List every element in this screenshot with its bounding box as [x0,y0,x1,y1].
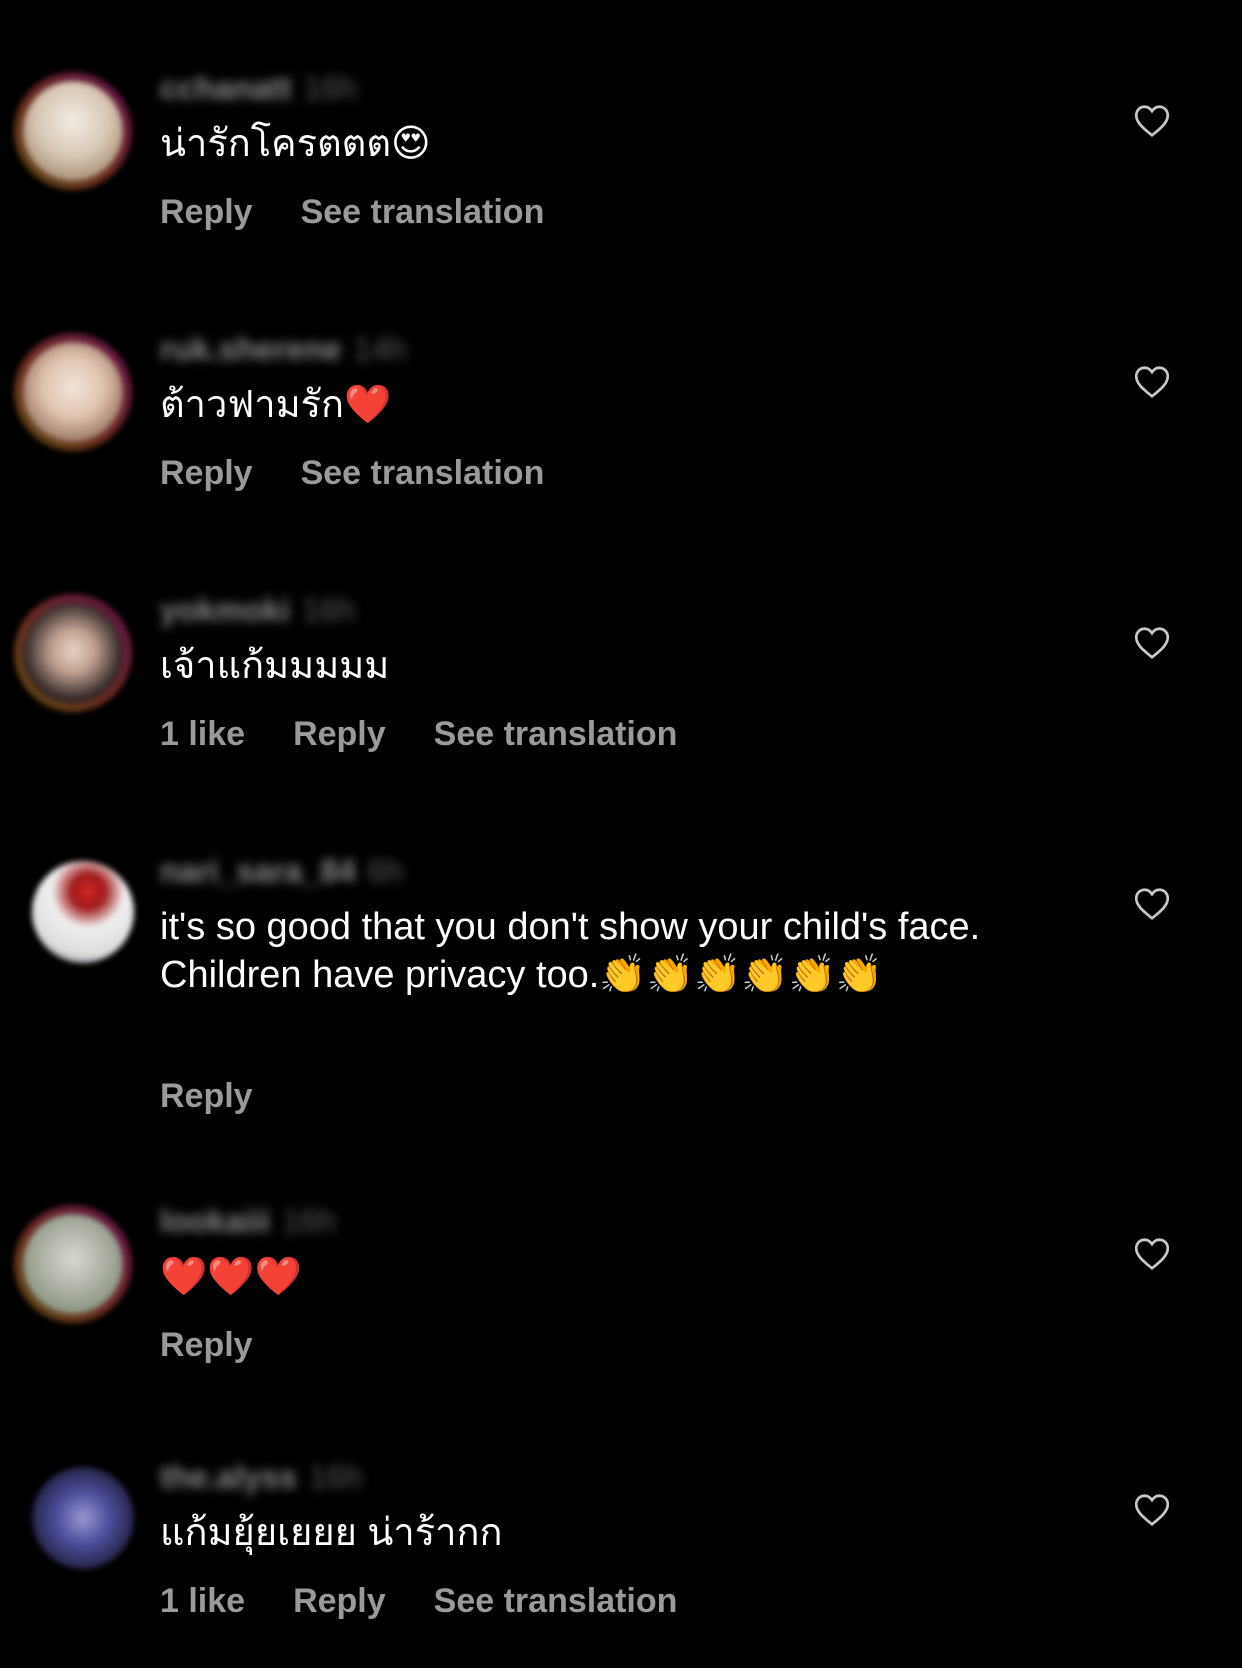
comment-header: lookaiii 16h [160,1203,336,1240]
comment-header: cchanatt 16h [160,70,357,107]
avatar[interactable] [14,72,132,190]
see-translation-button[interactable]: See translation [301,193,545,231]
username[interactable]: ruk.sherene [160,331,341,367]
comment-time: 6h [367,853,404,889]
comment-time: 16h [303,70,357,106]
comment-time: 16h [308,1459,363,1495]
reply-button[interactable]: Reply [293,715,386,753]
comment-item: ruk.sherene 14h ต้าวฟามรัก❤️ Reply See tra… [0,327,1242,527]
comment-actions: 1 like Reply See translation [160,1582,725,1621]
see-translation-button[interactable]: See translation [301,454,545,492]
see-translation-button[interactable]: See translation [434,715,678,753]
avatar[interactable] [14,1205,132,1323]
comment-header: the.alyss 16h [160,1459,362,1496]
reply-button[interactable]: Reply [160,454,253,492]
comment-item: lookaiii 16h ❤️❤️❤️ Reply [0,1199,1242,1399]
like-count[interactable]: 1 like [160,1582,245,1620]
see-translation-button[interactable]: See translation [434,1582,678,1620]
heart-outline-icon[interactable] [1134,104,1170,138]
comment-item: cchanatt 16h น่ารักโครตตต😍 Reply See trans… [0,66,1242,266]
avatar-image [23,342,123,442]
heart-outline-icon[interactable] [1134,365,1170,399]
comment-header: ruk.sherene 14h [160,331,407,368]
avatar-image [32,861,134,963]
comment-time: 16h [301,592,356,628]
username[interactable]: nari_sara_84 [160,853,356,889]
comment-text: น่ารักโครตตต😍 [160,123,431,165]
avatar-image [32,1467,134,1569]
comment-item: yokmoki 16h เจ้าแก้มมมมม 1 like Reply See t… [0,588,1242,788]
comment-header: yokmoki 16h [160,592,355,629]
comment-time: 16h [282,1203,336,1239]
avatar[interactable] [32,861,134,963]
comment-item: the.alyss 16h แก้มยุ้ยเยยย น่าร้ากก 1 lik… [0,1455,1242,1655]
avatar-image [23,603,123,703]
comment-actions: Reply [160,1077,301,1116]
heart-outline-icon[interactable] [1134,887,1170,921]
comment-actions: Reply See translation [160,454,592,493]
reply-button[interactable]: Reply [160,1326,253,1364]
comment-text: เจ้าแก้มมมมม [160,645,390,687]
comment-item: nari_sara_84 6h it's so good that you don… [0,849,1242,1149]
avatar-image [23,1214,123,1314]
comment-text: ❤️❤️❤️ [160,1256,302,1298]
comment-text: ต้าวฟามรัก❤️ [160,384,392,426]
comment-time: 14h [353,331,407,367]
heart-outline-icon[interactable] [1134,1493,1170,1527]
reply-button[interactable]: Reply [160,1077,253,1115]
comment-actions: Reply [160,1326,301,1365]
reply-button[interactable]: Reply [160,193,253,231]
username[interactable]: the.alyss [160,1459,297,1495]
comment-actions: 1 like Reply See translation [160,715,725,754]
heart-outline-icon[interactable] [1134,626,1170,660]
reply-button[interactable]: Reply [293,1582,386,1620]
comment-text: แก้มยุ้ยเยยย น่าร้ากก [160,1512,503,1554]
username[interactable]: lookaiii [160,1203,270,1239]
username[interactable]: cchanatt [160,70,292,106]
comment-actions: Reply See translation [160,193,592,232]
avatar-image [23,81,123,181]
avatar[interactable] [32,1467,134,1569]
avatar[interactable] [14,594,132,712]
comment-text: it's so good that you don't show your ch… [160,906,991,996]
comment-header: nari_sara_84 6h [160,853,403,890]
heart-outline-icon[interactable] [1134,1237,1170,1271]
like-count[interactable]: 1 like [160,715,245,753]
avatar[interactable] [14,333,132,451]
username[interactable]: yokmoki [160,592,290,628]
